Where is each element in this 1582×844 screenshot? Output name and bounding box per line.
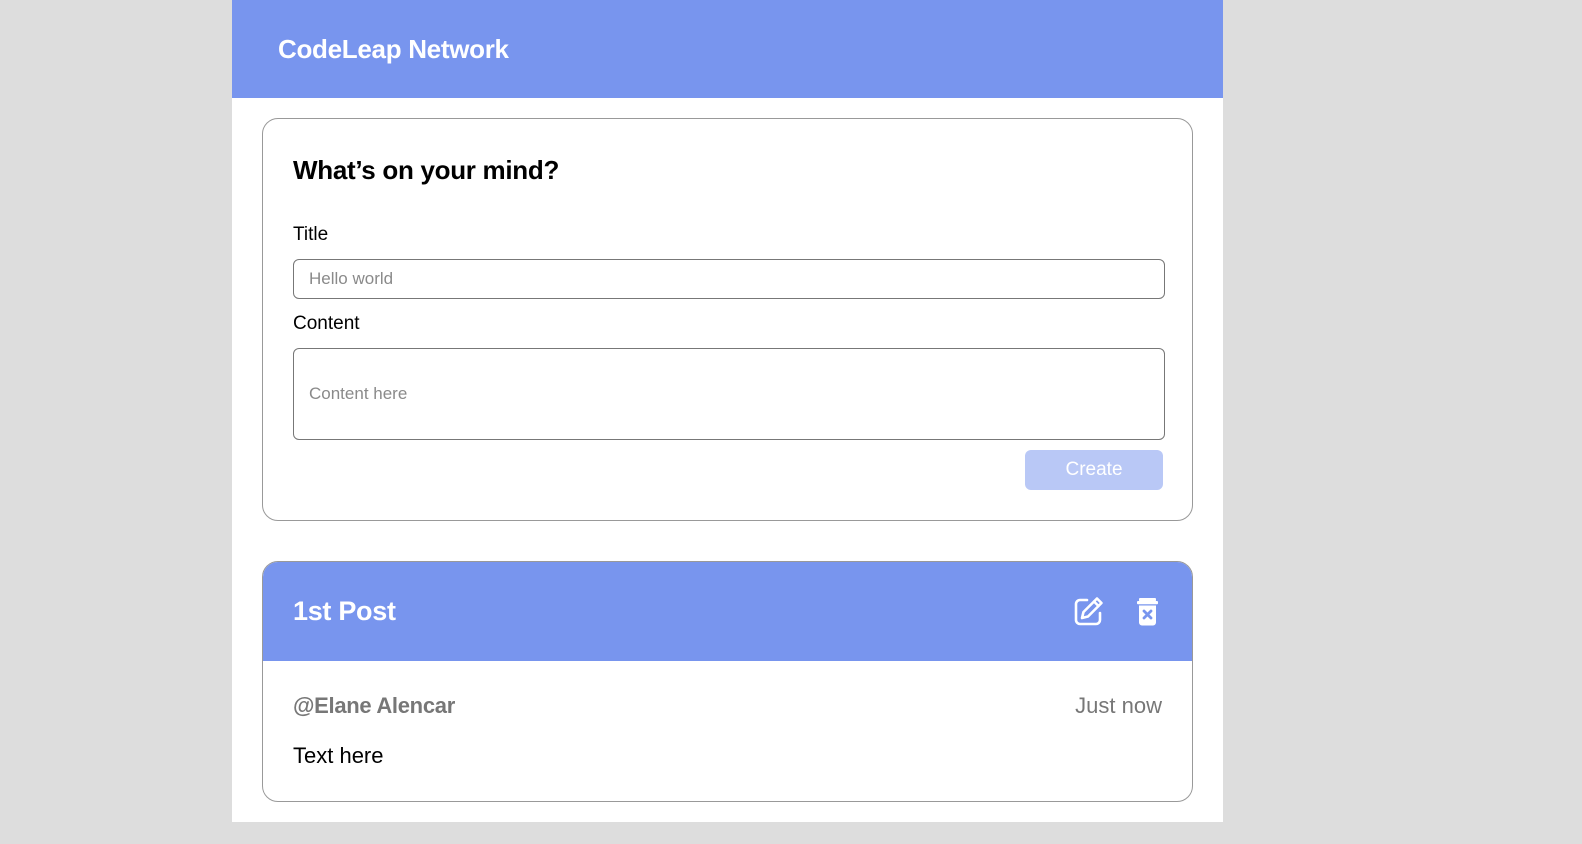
post-meta: @Elane Alencar Just now bbox=[293, 693, 1162, 719]
app-header: CodeLeap Network bbox=[232, 0, 1223, 98]
edit-icon[interactable] bbox=[1072, 595, 1105, 628]
content-textarea[interactable] bbox=[293, 348, 1165, 440]
content-label: Content bbox=[293, 313, 360, 334]
create-post-card: What’s on your mind? Title Content Creat… bbox=[262, 118, 1193, 521]
title-input[interactable] bbox=[293, 259, 1165, 299]
post-title: 1st Post bbox=[293, 596, 396, 626]
create-button[interactable]: Create bbox=[1025, 450, 1163, 490]
title-label: Title bbox=[293, 224, 329, 245]
app-title: CodeLeap Network bbox=[278, 33, 509, 64]
post-content: Text here bbox=[293, 743, 384, 768]
post-card: 1st Post @Elane Alencar Just now Text he… bbox=[262, 561, 1193, 802]
post-author: @Elane Alencar bbox=[293, 693, 455, 718]
post-header: 1st Post bbox=[263, 562, 1192, 661]
create-post-heading: What’s on your mind? bbox=[293, 155, 560, 185]
trash-icon[interactable] bbox=[1131, 595, 1164, 628]
app-container: CodeLeap Network What’s on your mind? Ti… bbox=[232, 0, 1223, 822]
post-actions bbox=[1072, 595, 1164, 628]
post-timestamp: Just now bbox=[1075, 693, 1162, 718]
